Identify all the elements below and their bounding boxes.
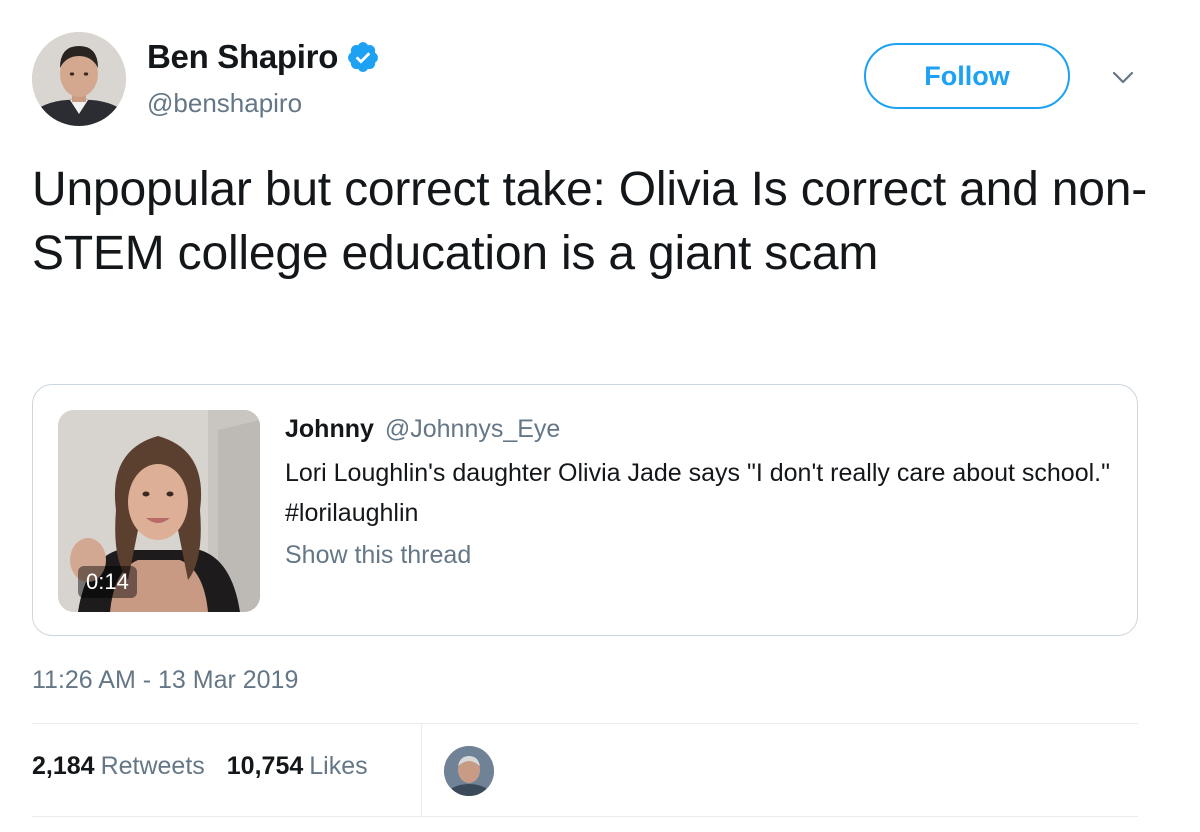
likes-stat[interactable]: 10,754 Likes (227, 752, 368, 781)
author-display-name[interactable]: Ben Shapiro (147, 38, 338, 76)
author-name-row[interactable]: Ben Shapiro (147, 38, 380, 76)
liker-avatar[interactable] (444, 746, 494, 796)
quoted-tweet-card[interactable]: 0:14 Johnny @Johnnys_Eye Lori Loughlin's… (32, 384, 1138, 636)
stats-separator (421, 724, 422, 816)
author-avatar-image (32, 32, 126, 126)
likes-count: 10,754 (226, 752, 304, 780)
tweet-timestamp[interactable]: 11:26 AM - 13 Mar 2019 (32, 666, 298, 695)
show-thread-link[interactable]: Show this thread (285, 541, 471, 570)
retweets-stat[interactable]: 2,184 Retweets (32, 752, 205, 781)
quoted-author-name[interactable]: Johnny (285, 415, 374, 443)
divider (32, 816, 1138, 817)
verified-badge-icon (346, 40, 380, 74)
quoted-tweet-text: Lori Loughlin's daughter Olivia Jade say… (285, 459, 1110, 527)
retweets-count: 2,184 (32, 752, 95, 780)
quoted-video-thumbnail[interactable]: 0:14 (58, 410, 260, 612)
follow-button[interactable]: Follow (864, 43, 1070, 109)
retweets-label: Retweets (100, 752, 205, 780)
author-avatar[interactable] (32, 32, 126, 126)
video-duration-badge: 0:14 (78, 566, 137, 598)
tweet-text: Unpopular but correct take: Olivia Is co… (32, 163, 1148, 280)
quoted-tweet-header: Johnny @Johnnys_Eye (285, 415, 560, 444)
likes-label: Likes (309, 752, 368, 780)
divider (32, 723, 1138, 724)
tweet-card: Ben Shapiro @benshapiro Follow Unpopular… (0, 0, 1200, 832)
liker-avatar-image (444, 746, 494, 796)
quoted-author-handle[interactable]: @Johnnys_Eye (385, 415, 560, 443)
tweet-stats: 2,184 Retweets 10,754 Likes (32, 752, 390, 781)
author-handle[interactable]: @benshapiro (147, 88, 302, 119)
more-options-chevron-down-icon[interactable] (1108, 66, 1138, 90)
